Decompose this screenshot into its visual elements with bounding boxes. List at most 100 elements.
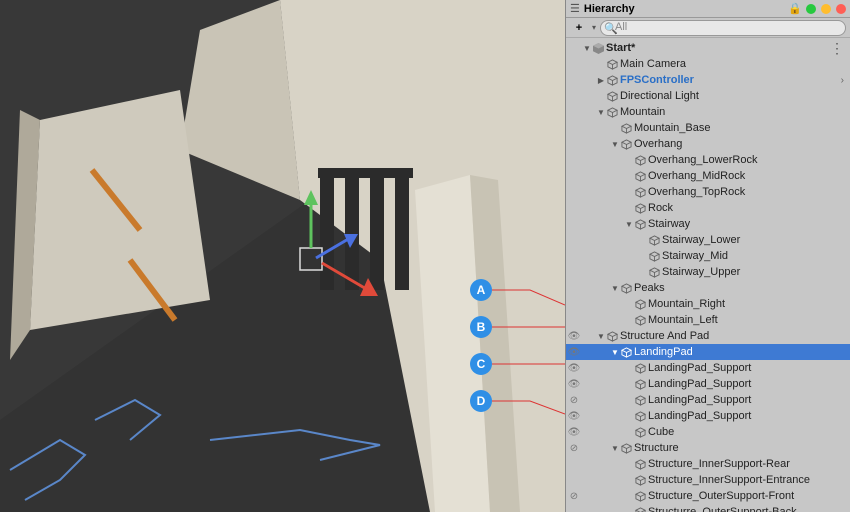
panel-tab-icon: ☰ xyxy=(570,2,580,15)
gameobject-icon xyxy=(606,106,618,118)
visibility-toggle[interactable] xyxy=(566,235,582,246)
annotation-badge-label: B xyxy=(477,320,486,334)
hierarchy-row[interactable]: Mountain_Left xyxy=(566,312,850,328)
row-label: Peaks xyxy=(634,282,665,294)
hierarchy-row[interactable]: ⊘LandingPad_Support xyxy=(566,392,850,408)
gameobject-icon xyxy=(634,458,646,470)
visibility-toggle[interactable] xyxy=(566,459,582,470)
visibility-toggle[interactable]: ⊘ xyxy=(566,443,582,454)
visibility-toggle[interactable] xyxy=(566,203,582,214)
gameobject-icon xyxy=(634,314,646,326)
hierarchy-tree[interactable]: ▼Start*⋮ Main Camera ▶ FPSController › Dir… xyxy=(566,38,850,512)
visibility-toggle[interactable] xyxy=(566,139,582,150)
hierarchy-row[interactable]: ▼ Stairway xyxy=(566,216,850,232)
window-controls xyxy=(806,4,846,14)
prefab-open-icon[interactable]: › xyxy=(841,75,844,86)
annotation-badge-b: B xyxy=(470,316,492,338)
hierarchy-row[interactable]: Directional Light xyxy=(566,88,850,104)
visibility-toggle[interactable] xyxy=(566,299,582,310)
visibility-toggle[interactable] xyxy=(566,187,582,198)
create-button[interactable]: + xyxy=(570,22,588,34)
row-label: Structure_OuterSupport-Front xyxy=(648,490,794,502)
gameobject-icon xyxy=(606,74,618,86)
expand-toggle[interactable]: ▼ xyxy=(596,108,606,117)
expand-toggle[interactable]: ▼ xyxy=(610,140,620,149)
visibility-toggle[interactable] xyxy=(566,107,582,118)
row-label: FPSController xyxy=(620,74,694,86)
hierarchy-row[interactable]: ▼Mountain xyxy=(566,104,850,120)
search-input[interactable]: 🔍 All xyxy=(600,20,846,36)
hierarchy-row[interactable]: 👁LandingPad_Support xyxy=(566,360,850,376)
visibility-toggle[interactable]: 👁 xyxy=(566,363,582,374)
hierarchy-row[interactable]: Rock xyxy=(566,200,850,216)
hierarchy-row[interactable]: Overhang_MidRock xyxy=(566,168,850,184)
visibility-toggle[interactable]: 👁 xyxy=(566,411,582,422)
lock-icon[interactable]: 🔒 xyxy=(788,2,802,15)
visibility-toggle[interactable]: ⊘ xyxy=(566,395,582,406)
hierarchy-row[interactable]: 👁▼LandingPad xyxy=(566,344,850,360)
expand-toggle[interactable]: ▼ xyxy=(624,220,634,229)
expand-toggle[interactable]: ▼ xyxy=(610,348,620,357)
hierarchy-row[interactable]: ⊘ Structure_OuterSupport-Front xyxy=(566,488,850,504)
hierarchy-row[interactable]: ▼Overhang xyxy=(566,136,850,152)
hierarchy-row[interactable]: Stairway_Upper xyxy=(566,264,850,280)
window-close[interactable] xyxy=(836,4,846,14)
gameobject-icon xyxy=(634,218,646,230)
visibility-toggle[interactable] xyxy=(566,155,582,166)
row-label: Structure And Pad xyxy=(620,330,709,342)
row-label: Overhang_TopRock xyxy=(648,186,745,198)
hierarchy-row[interactable]: 👁 LandingPad_Support xyxy=(566,376,850,392)
visibility-toggle[interactable] xyxy=(566,219,582,230)
visibility-toggle[interactable] xyxy=(566,507,582,512)
visibility-toggle[interactable] xyxy=(566,475,582,486)
expand-toggle[interactable]: ▼ xyxy=(596,332,606,341)
visibility-toggle[interactable] xyxy=(566,75,582,86)
row-label: Rock xyxy=(648,202,673,214)
hierarchy-row[interactable]: ▼Start*⋮ xyxy=(566,40,850,56)
row-label: LandingPad_Support xyxy=(648,378,751,390)
visibility-toggle[interactable]: ⊘ xyxy=(566,491,582,502)
expand-toggle[interactable]: ▶ xyxy=(596,76,606,85)
window-minimize[interactable] xyxy=(806,4,816,14)
row-label: Stairway_Upper xyxy=(662,266,740,278)
visibility-toggle[interactable] xyxy=(566,267,582,278)
scene-menu-button[interactable]: ⋮ xyxy=(830,43,844,53)
visibility-toggle[interactable] xyxy=(566,251,582,262)
hierarchy-row[interactable]: Overhang_LowerRock xyxy=(566,152,850,168)
row-label: Stairway xyxy=(648,218,690,230)
expand-toggle[interactable]: ▼ xyxy=(582,44,592,53)
visibility-toggle[interactable] xyxy=(566,283,582,294)
hierarchy-row[interactable]: 👁 ▼ Structure And Pad xyxy=(566,328,850,344)
hierarchy-row[interactable]: Structurre_OuterSupport-Back xyxy=(566,504,850,512)
hierarchy-row[interactable]: Main Camera xyxy=(566,56,850,72)
visibility-toggle[interactable]: 👁 xyxy=(566,347,582,358)
visibility-toggle[interactable] xyxy=(566,123,582,134)
visibility-toggle[interactable] xyxy=(566,59,582,70)
hierarchy-row[interactable]: 👁LandingPad_Support xyxy=(566,408,850,424)
hierarchy-row[interactable]: 👁Cube xyxy=(566,424,850,440)
hierarchy-row[interactable]: Overhang_TopRock xyxy=(566,184,850,200)
app-root: A B C D ☰ Hierarchy 🔒 + xyxy=(0,0,850,512)
scene-view[interactable]: A B C D xyxy=(0,0,565,512)
hierarchy-row[interactable]: ⊘▼Structure xyxy=(566,440,850,456)
hierarchy-row[interactable]: Stairway_Lower xyxy=(566,232,850,248)
hierarchy-row[interactable]: Structure_InnerSupport-Rear xyxy=(566,456,850,472)
search-icon: 🔍 xyxy=(604,22,618,35)
gameobject-icon xyxy=(634,410,646,422)
expand-toggle[interactable]: ▼ xyxy=(610,284,620,293)
hierarchy-row[interactable]: ▼ Peaks xyxy=(566,280,850,296)
hierarchy-row[interactable]: Structure_InnerSupport-Entrance xyxy=(566,472,850,488)
visibility-toggle[interactable] xyxy=(566,43,582,54)
visibility-toggle[interactable]: 👁 xyxy=(566,379,582,390)
visibility-toggle[interactable]: 👁 xyxy=(566,427,582,438)
visibility-toggle[interactable]: 👁 xyxy=(566,331,582,342)
window-maximize[interactable] xyxy=(821,4,831,14)
hierarchy-row[interactable]: Mountain_Base xyxy=(566,120,850,136)
hierarchy-row[interactable]: Mountain_Right xyxy=(566,296,850,312)
expand-toggle[interactable]: ▼ xyxy=(610,444,620,453)
visibility-toggle[interactable] xyxy=(566,171,582,182)
hierarchy-row[interactable]: ▶ FPSController › xyxy=(566,72,850,88)
hierarchy-row[interactable]: Stairway_Mid xyxy=(566,248,850,264)
visibility-toggle[interactable] xyxy=(566,315,582,326)
visibility-toggle[interactable] xyxy=(566,91,582,102)
